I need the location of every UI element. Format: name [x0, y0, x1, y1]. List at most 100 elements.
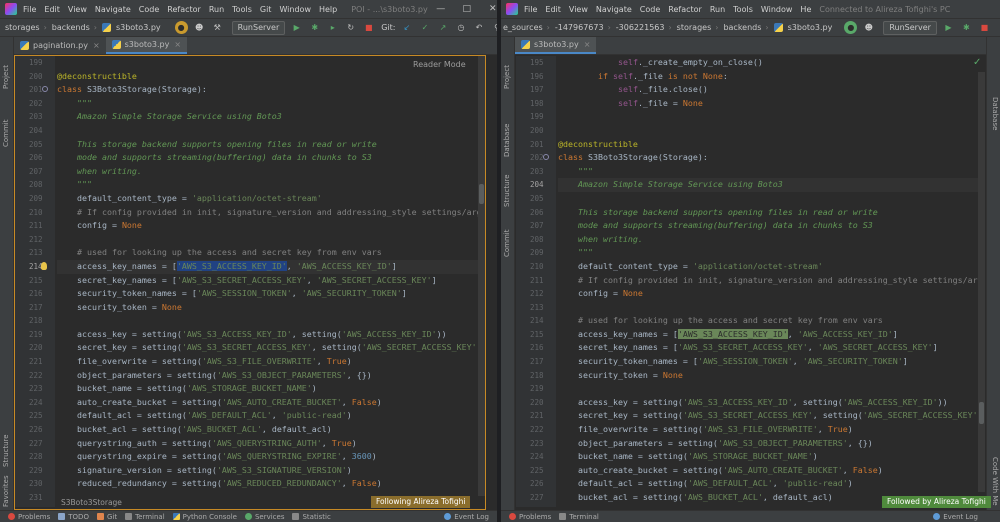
menu-edit[interactable]: Edit [545, 5, 561, 14]
breadcrumb-storages[interactable]: storages [677, 23, 712, 32]
code-line[interactable]: mode and supports streaming(buffering) d… [57, 151, 485, 165]
code-with-me-icon[interactable]: ● [174, 21, 188, 34]
code-line[interactable] [558, 382, 978, 396]
code-line[interactable]: bucket_acl = setting('AWS_BUCKET_ACL', d… [57, 423, 485, 437]
code-with-me-icon[interactable]: ● [844, 21, 858, 34]
python-console-tool-button[interactable]: Python Console [172, 513, 237, 521]
user-icon[interactable]: ☻ [862, 21, 875, 34]
code-breadcrumb[interactable]: S3Boto3Storage [55, 496, 365, 509]
code-line[interactable]: @deconstructible [57, 70, 485, 84]
code-line[interactable]: security_token = None [558, 369, 978, 383]
following-badge[interactable]: Following Alireza Tofighi [371, 496, 471, 508]
code-line[interactable]: @deconstructible [558, 138, 978, 152]
code-line[interactable]: when writing. [558, 233, 978, 247]
close-icon[interactable]: ✕ [480, 4, 497, 14]
code-line[interactable]: self._file.close() [558, 83, 978, 97]
code-line[interactable]: # used for looking up the access and sec… [558, 314, 978, 328]
scrollbar-thumb[interactable] [479, 184, 484, 204]
code-line[interactable]: """ [57, 178, 485, 192]
run-configuration-select[interactable]: RunServer [883, 20, 937, 35]
code-line[interactable]: when writing. [57, 165, 485, 179]
debug-icon[interactable]: ✱ [308, 21, 321, 34]
code-line[interactable]: config = None [57, 219, 485, 233]
services-tool-button[interactable]: Services [244, 513, 284, 521]
terminal-tool-button[interactable]: Terminal [125, 513, 165, 521]
code-line[interactable]: default_content_type = 'application/octe… [57, 192, 485, 206]
run-icon[interactable]: ▶ [942, 21, 955, 34]
code-line[interactable]: access_key_names = ['AWS_S3_ACCESS_KEY_I… [558, 328, 978, 342]
tab-s3boto3[interactable]: s3boto3.py × [105, 37, 188, 54]
stop-icon[interactable]: ■ [362, 21, 375, 34]
terminal-tool-button[interactable]: Terminal [559, 513, 599, 521]
hammer-icon[interactable]: ⚒ [211, 21, 224, 34]
code-line[interactable]: Amazon Simple Storage Service using Boto… [558, 178, 978, 192]
stop-icon[interactable]: ■ [978, 21, 991, 34]
menu-refactor[interactable]: Refactor [668, 5, 702, 14]
code-line[interactable]: access_key = setting('AWS_S3_ACCESS_KEY_… [558, 396, 978, 410]
code-line[interactable]: """ [57, 97, 485, 111]
menu-code[interactable]: Code [640, 5, 660, 14]
lightbulb-icon[interactable] [41, 261, 47, 270]
code-line[interactable]: auto_create_bucket = setting('AWS_AUTO_C… [558, 464, 978, 478]
favorites-tool-tab[interactable]: Favorites [2, 475, 10, 507]
code-line[interactable]: access_key = setting('AWS_S3_ACCESS_KEY_… [57, 328, 485, 342]
code-line[interactable]: mode and supports streaming(buffering) d… [558, 219, 978, 233]
menu-view[interactable]: View [68, 5, 87, 14]
menu-run[interactable]: Run [209, 5, 224, 14]
code-line[interactable]: if self._file is not None: [558, 70, 978, 84]
menu-tools[interactable]: Tools [232, 5, 252, 14]
project-tool-tab[interactable]: Project [503, 65, 511, 89]
editor-scrollbar[interactable] [478, 56, 485, 496]
commit-tool-tab[interactable]: Commit [2, 120, 10, 148]
menu-file[interactable]: File [23, 5, 36, 14]
database-tool-tab-right[interactable]: Database [991, 97, 999, 130]
code-line[interactable]: """ [558, 246, 978, 260]
menu-navigate[interactable]: Navigate [95, 5, 131, 14]
breadcrumb-sources[interactable]: e_sources [503, 23, 543, 32]
overridden-method-icon[interactable] [42, 86, 48, 93]
tab-s3boto3[interactable]: s3boto3.py × [515, 37, 597, 54]
code-line[interactable]: default_acl = setting('AWS_DEFAULT_ACL',… [57, 409, 485, 423]
event-log-button[interactable]: Event Log [933, 513, 978, 521]
code-line[interactable] [558, 124, 978, 138]
editor-scrollbar[interactable] [978, 72, 985, 492]
code-line[interactable]: security_token_names = ['AWS_SESSION_TOK… [558, 355, 978, 369]
code-line[interactable]: secret_key_names = ['AWS_S3_SECRET_ACCES… [57, 274, 485, 288]
menu-help[interactable]: He [800, 5, 811, 14]
code-line[interactable] [57, 233, 485, 247]
user-icon[interactable]: ☻ [193, 21, 206, 34]
minimize-icon[interactable]: — [428, 4, 454, 14]
code-line[interactable]: querystring_auth = setting('AWS_QUERYSTR… [57, 437, 485, 451]
code-line[interactable]: file_overwrite = setting('AWS_S3_FILE_OV… [558, 423, 978, 437]
maximize-icon[interactable]: □ [454, 4, 480, 14]
menu-tools[interactable]: Tools [733, 5, 753, 14]
coverage-icon[interactable]: ▸ [326, 21, 339, 34]
code-line[interactable] [558, 301, 978, 315]
profile-icon[interactable]: ↻ [344, 21, 357, 34]
problems-tool-button[interactable]: Problems [509, 513, 551, 521]
code-line[interactable]: access_key_names = ['AWS_S3_ACCESS_KEY_I… [57, 259, 485, 274]
code-line[interactable]: self._file = None [558, 97, 978, 111]
code-line[interactable]: auto_create_bucket = setting('AWS_AUTO_C… [57, 396, 485, 410]
code-with-me-tool-tab[interactable]: Code With Me [991, 457, 999, 506]
todo-tool-button[interactable]: TODO [58, 513, 89, 521]
inspection-ok-icon[interactable]: ✓ [973, 57, 981, 68]
git-push-icon[interactable]: ↗ [437, 21, 450, 34]
code-line[interactable]: default_acl = setting('AWS_DEFAULT_ACL',… [558, 477, 978, 491]
code-line[interactable]: This storage backend supports opening fi… [558, 206, 978, 220]
code-line[interactable]: """ [558, 165, 978, 179]
code-line[interactable]: querystring_expire = setting('AWS_QUERYS… [57, 450, 485, 464]
code-line[interactable] [57, 314, 485, 328]
database-tool-tab[interactable]: Database [503, 124, 511, 157]
code-line[interactable]: signature_version = setting('AWS_S3_SIGN… [57, 464, 485, 478]
breadcrumb-backends[interactable]: backends [723, 23, 761, 32]
code-line[interactable]: security_token = None [57, 301, 485, 315]
git-tool-button[interactable]: Git [96, 513, 117, 521]
code-line[interactable]: class S3Boto3Storage(Storage): [558, 151, 978, 165]
breadcrumb-file[interactable]: s3boto3.py [116, 23, 161, 32]
project-tool-tab[interactable]: Project [2, 65, 10, 89]
code-line[interactable]: config = None [558, 287, 978, 301]
menu-help[interactable]: Help [319, 5, 337, 14]
git-commit-icon[interactable]: ✓ [419, 21, 432, 34]
run-icon[interactable]: ▶ [290, 21, 303, 34]
